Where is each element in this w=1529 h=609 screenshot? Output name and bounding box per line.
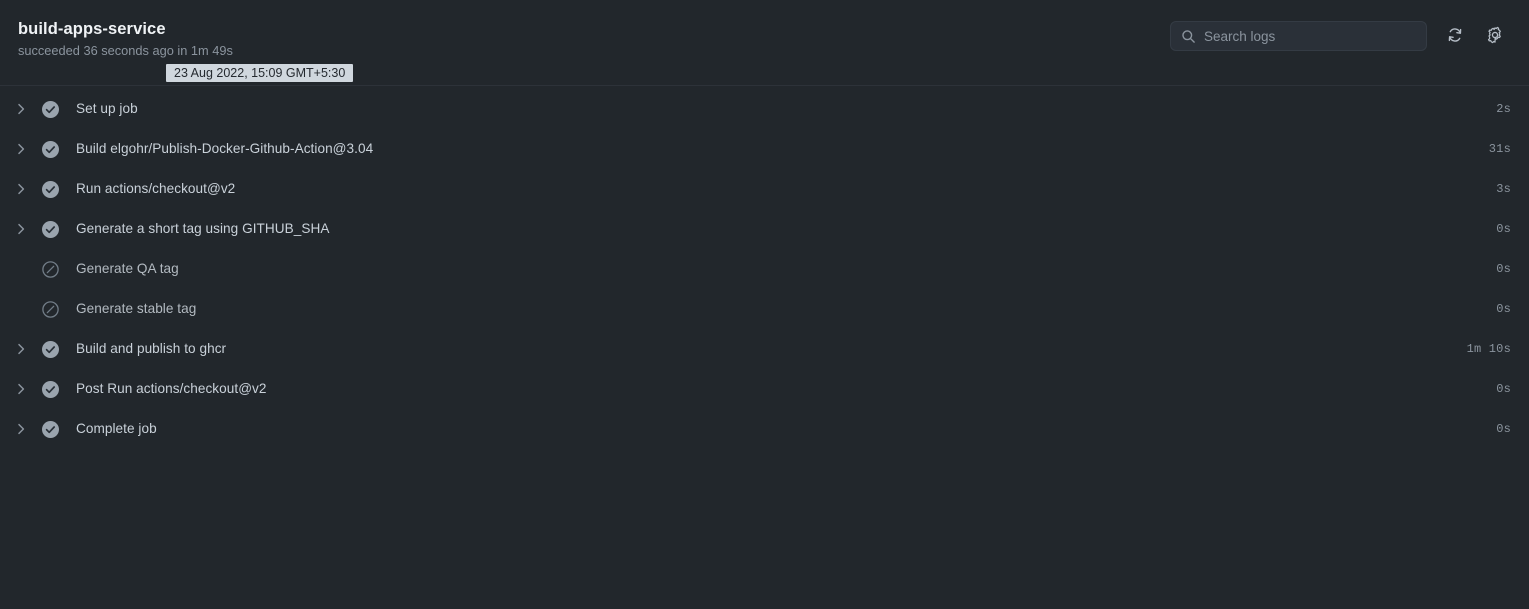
step-status (42, 169, 76, 209)
settings-button[interactable] (1479, 20, 1511, 52)
step-duration: 0s (1496, 262, 1511, 276)
timestamp-tooltip: 23 Aug 2022, 15:09 GMT+5:30 (166, 64, 354, 82)
step-row[interactable]: Generate QA tag 0s (0, 249, 1529, 289)
skipped-icon (42, 300, 59, 318)
gear-icon (1486, 26, 1504, 47)
step-expand-toggle[interactable] (0, 169, 42, 209)
step-expand-toggle[interactable] (0, 209, 42, 249)
chevron-right-icon (13, 421, 29, 437)
step-label: Complete job (76, 421, 157, 436)
step-label: Build elgohr/Publish-Docker-Github-Actio… (76, 141, 374, 156)
search-logs-box[interactable] (1170, 21, 1427, 51)
step-status (42, 369, 76, 409)
chevron-right-icon (13, 181, 29, 197)
page-title: build-apps-service (18, 20, 166, 38)
step-row[interactable]: Run actions/checkout@v2 3s (0, 169, 1529, 209)
header-actions (1170, 0, 1529, 52)
step-duration: 2s (1496, 102, 1511, 116)
step-label: Set up job (76, 101, 138, 116)
step-row[interactable]: Build and publish to ghcr 1m 10s (0, 329, 1529, 369)
step-expand-toggle[interactable] (0, 409, 42, 449)
step-expand-toggle[interactable] (0, 329, 42, 369)
check-circle-icon (42, 340, 59, 358)
step-duration: 3s (1496, 182, 1511, 196)
step-duration: 0s (1496, 302, 1511, 316)
step-status (42, 209, 76, 249)
job-header: build-apps-service succeeded 36 seconds … (0, 0, 1529, 86)
step-row[interactable]: Post Run actions/checkout@v2 0s (0, 369, 1529, 409)
chevron-right-icon (13, 221, 29, 237)
check-circle-icon (42, 140, 59, 158)
refresh-button[interactable] (1439, 20, 1471, 52)
job-status-text: succeeded 36 seconds ago in 1m 49s (18, 43, 233, 58)
skipped-icon (42, 260, 59, 278)
step-row[interactable]: Build elgohr/Publish-Docker-Github-Actio… (0, 129, 1529, 169)
job-header-info: build-apps-service succeeded 36 seconds … (0, 0, 1170, 59)
step-duration: 1m 10s (1466, 342, 1511, 356)
step-expand-toggle[interactable] (0, 89, 42, 129)
chevron-right-icon (13, 101, 29, 117)
chevron-right-icon (13, 381, 29, 397)
step-status (42, 249, 76, 289)
step-status (42, 289, 76, 329)
search-input[interactable] (1204, 22, 1418, 50)
step-expand-placeholder (0, 289, 42, 329)
step-row[interactable]: Generate a short tag using GITHUB_SHA 0s (0, 209, 1529, 249)
step-label: Run actions/checkout@v2 (76, 181, 236, 196)
step-label: Generate QA tag (76, 261, 179, 276)
check-circle-icon (42, 420, 59, 438)
job-steps-list: Set up job 2s Build elgohr/Publish-Docker-… (0, 86, 1529, 609)
refresh-icon (1446, 26, 1464, 47)
check-circle-icon (42, 220, 59, 238)
check-circle-icon (42, 380, 59, 398)
step-status (42, 89, 76, 129)
step-row[interactable]: Generate stable tag 0s (0, 289, 1529, 329)
search-icon (1180, 28, 1196, 44)
step-status (42, 329, 76, 369)
check-circle-icon (42, 180, 59, 198)
step-label: Generate a short tag using GITHUB_SHA (76, 221, 330, 236)
step-expand-toggle[interactable] (0, 369, 42, 409)
step-duration: 0s (1496, 382, 1511, 396)
step-duration: 0s (1496, 222, 1511, 236)
chevron-right-icon (13, 141, 29, 157)
step-label: Post Run actions/checkout@v2 (76, 381, 267, 396)
step-expand-placeholder (0, 249, 42, 289)
step-row[interactable]: Set up job 2s (0, 89, 1529, 129)
step-expand-toggle[interactable] (0, 129, 42, 169)
step-label: Generate stable tag (76, 301, 197, 316)
step-status (42, 409, 76, 449)
check-circle-icon (42, 100, 59, 118)
step-duration: 31s (1488, 142, 1511, 156)
step-row[interactable]: Complete job 0s (0, 409, 1529, 449)
step-duration: 0s (1496, 422, 1511, 436)
workflow-job-log-viewer: build-apps-service succeeded 36 seconds … (0, 0, 1529, 609)
step-status (42, 129, 76, 169)
step-label: Build and publish to ghcr (76, 341, 227, 356)
chevron-right-icon (13, 341, 29, 357)
